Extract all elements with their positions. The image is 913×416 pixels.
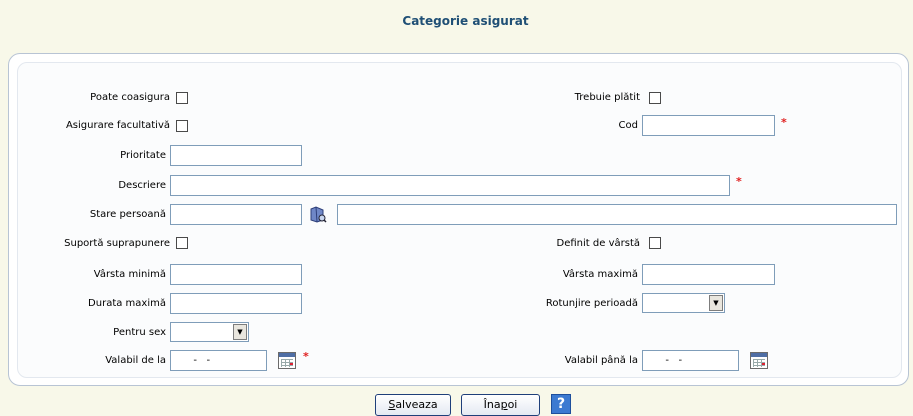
stare-persoana-code-input[interactable] [170, 204, 302, 225]
stare-persoana-label: Stare persoană [89, 209, 166, 220]
definit-de-varsta-label: Definit de vârstă [556, 238, 640, 249]
stare-persoana-name-input[interactable] [337, 204, 897, 225]
varsta-minima-input[interactable] [170, 264, 302, 285]
back-button[interactable]: Înapoi [461, 394, 540, 416]
rotunjire-perioada-label: Rotunjire perioadă [545, 298, 638, 309]
pentru-sex-label: Pentru sex [113, 327, 166, 338]
save-button-label: alveaza [395, 398, 438, 411]
asigurare-facultativa-label: Asigurare facultativă [65, 120, 170, 131]
folder-lookup-icon[interactable] [309, 205, 327, 223]
trebuie-platit-checkbox[interactable] [649, 92, 661, 104]
suporta-suprapunere-checkbox[interactable] [176, 237, 188, 249]
back-button-label-prefix: Îna [483, 398, 501, 411]
descriere-label: Descriere [118, 180, 166, 191]
varsta-maxima-label: Vârsta maximă [562, 269, 638, 280]
cod-label: Cod [618, 120, 638, 131]
valabil-pana-la-input[interactable]: - - [642, 350, 739, 371]
back-button-mnemonic: p [500, 398, 508, 411]
prioritate-label: Prioritate [120, 150, 166, 161]
calendar-icon[interactable] [278, 352, 296, 369]
cod-input[interactable] [642, 115, 775, 136]
valabil-de-la-required-mark: * [303, 350, 309, 363]
save-button[interactable]: Salveaza [375, 394, 451, 416]
descriere-input[interactable] [170, 175, 730, 196]
prioritate-input[interactable] [170, 145, 302, 166]
varsta-minima-label: Vârsta minimă [93, 269, 166, 280]
chevron-down-icon[interactable]: ▼ [709, 295, 723, 311]
suporta-suprapunere-label: Suportă suprapunere [64, 238, 170, 249]
calendar-marker [289, 363, 293, 366]
back-button-label-suffix: oi [507, 398, 518, 411]
asigurare-facultativa-checkbox[interactable] [176, 120, 188, 132]
valabil-pana-la-label: Valabil până la [564, 355, 638, 366]
poate-coasigura-checkbox[interactable] [176, 92, 188, 104]
cod-required-mark: * [781, 116, 787, 129]
poate-coasigura-label: Poate coasigura [90, 92, 170, 103]
definit-de-varsta-checkbox[interactable] [649, 237, 661, 249]
durata-maxima-label: Durata maximă [88, 298, 166, 309]
trebuie-platit-label: Trebuie plătit [574, 92, 640, 103]
chevron-down-icon[interactable]: ▼ [233, 324, 247, 340]
descriere-required-mark: * [736, 175, 742, 188]
calendar-marker [761, 363, 765, 366]
help-icon[interactable]: ? [551, 394, 571, 414]
durata-maxima-input[interactable] [170, 293, 302, 314]
calendar-icon[interactable] [750, 352, 768, 369]
valabil-de-la-input[interactable]: - - [170, 350, 267, 371]
rotunjire-perioada-select[interactable]: ▼ [642, 293, 725, 313]
pentru-sex-select[interactable]: ▼ [170, 322, 249, 342]
valabil-de-la-label: Valabil de la [105, 355, 166, 366]
varsta-maxima-input[interactable] [642, 264, 775, 285]
page-title: Categorie asigurat [402, 14, 529, 28]
